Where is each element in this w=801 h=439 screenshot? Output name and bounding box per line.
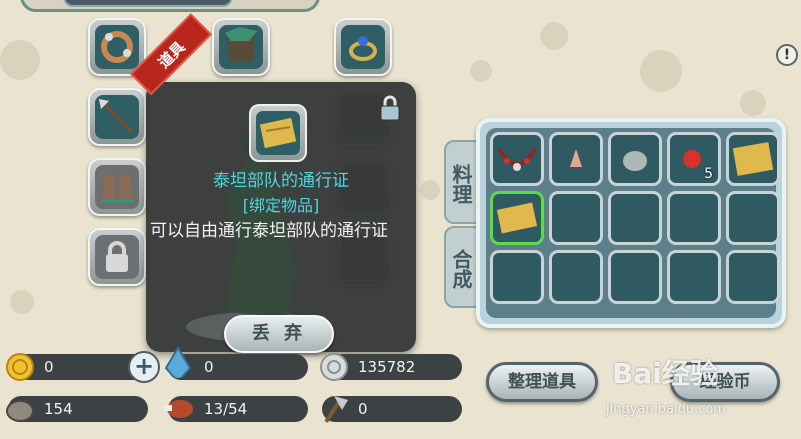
stone-value: 154 — [44, 400, 73, 418]
axe-icon — [324, 396, 348, 424]
scroll-icon — [732, 142, 774, 176]
tab-craft[interactable]: 合成 — [444, 226, 478, 308]
map-scroll-icon — [259, 117, 297, 149]
inventory-slot-1[interactable] — [490, 132, 544, 186]
tooltip-item-icon — [249, 104, 307, 162]
watermark-logo: Bai经验 — [612, 357, 718, 390]
silver-value: 135782 — [358, 358, 416, 376]
equip-slot-armor[interactable] — [212, 18, 270, 76]
item-description: 可以自由通行泰坦部队的通行证 — [150, 221, 388, 241]
armor-icon — [225, 27, 257, 61]
inventory-slot-12[interactable] — [549, 250, 603, 304]
crystal-icon — [164, 346, 192, 378]
info-button[interactable]: ! — [776, 44, 798, 66]
inventory-slot-10[interactable] — [726, 191, 780, 245]
discard-button[interactable]: 丢 弃 — [224, 315, 334, 353]
add-gold-button[interactable]: + — [128, 351, 160, 383]
padlock-icon — [380, 95, 400, 121]
stone-bowl-icon — [6, 400, 34, 422]
ring-icon — [349, 36, 377, 61]
tool-value: 0 — [358, 400, 368, 418]
inventory-slot-11[interactable] — [490, 250, 544, 304]
gold-coin-icon — [6, 353, 34, 381]
item-name: 泰坦部队的通行证 — [213, 171, 349, 191]
inventory-slot-9[interactable] — [667, 191, 721, 245]
inventory-slot-15[interactable] — [726, 250, 780, 304]
inventory-slot-8[interactable] — [608, 191, 662, 245]
inventory-slot-2[interactable] — [549, 132, 603, 186]
equip-slot-boots[interactable] — [88, 158, 146, 216]
equip-slot-spear[interactable] — [88, 88, 146, 146]
shell-icon — [570, 149, 582, 167]
tab-materials[interactable]: 料理 — [444, 140, 478, 224]
equip-slot-ring[interactable] — [334, 18, 392, 76]
gold-value: 0 — [44, 358, 54, 376]
inventory-slot-6[interactable] — [490, 191, 544, 245]
map-scroll-icon — [496, 202, 538, 234]
boots-icon — [101, 175, 133, 203]
sort-items-button[interactable]: 整理道具 — [486, 362, 598, 402]
lock-icon — [106, 241, 128, 272]
item-count: 5 — [704, 166, 713, 182]
item-bound-label: [绑定物品] — [242, 196, 320, 215]
spear-icon — [99, 99, 135, 135]
inventory-panel: 5 — [476, 118, 786, 328]
inventory-slot-5[interactable] — [726, 132, 780, 186]
equip-slot-locked[interactable] — [88, 228, 146, 286]
necklace-icon — [497, 147, 537, 171]
silver-coin-icon — [320, 353, 348, 381]
meat-icon — [164, 400, 193, 418]
inventory-slot-13[interactable] — [608, 250, 662, 304]
top-frame — [20, 0, 320, 12]
stone-icon — [623, 151, 647, 171]
watermark-url: jingyan.baidu.com — [606, 402, 726, 417]
bracelet-icon — [101, 31, 133, 63]
inventory-slot-14[interactable] — [667, 250, 721, 304]
inventory-slot-3[interactable] — [608, 132, 662, 186]
inventory-slot-4[interactable]: 5 — [667, 132, 721, 186]
food-value: 13/54 — [204, 400, 248, 418]
crystal-value: 0 — [204, 358, 214, 376]
inventory-slot-7[interactable] — [549, 191, 603, 245]
